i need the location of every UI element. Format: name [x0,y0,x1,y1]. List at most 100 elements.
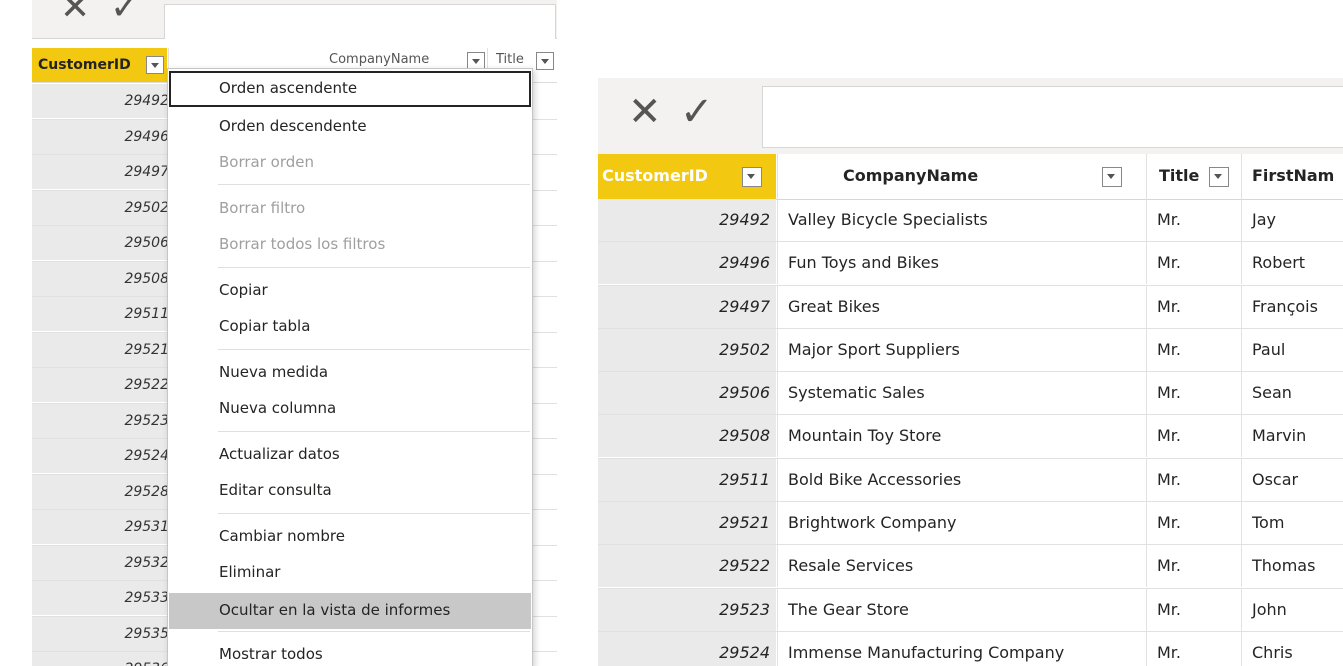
firstname-cell[interactable]: Thomas [1241,545,1343,588]
title-cell[interactable]: Mr. [1146,328,1241,371]
title-cell[interactable]: Mr. [1146,372,1241,415]
customerid-cell[interactable]: 29492 [32,84,169,118]
menu-item-orden-ascendente[interactable]: Orden ascendente [169,71,531,107]
table-row[interactable]: 29506 Systematic Sales Mr. Sean [598,372,1343,416]
firstname-cell[interactable]: John [1241,588,1343,631]
customerid-cell[interactable]: 29522 [32,368,169,402]
title-cell[interactable]: Mr. [1146,631,1241,666]
customerid-cell[interactable]: 29497 [598,285,776,328]
title-cell[interactable]: Mr. [1146,458,1241,501]
firstname-cell[interactable]: Tom [1241,502,1343,545]
companyname-cell[interactable]: Great Bikes [777,285,1146,328]
table-row[interactable]: 29508 Mountain Toy Store Mr. Marvin [598,415,1343,459]
companyname-cell[interactable]: Mountain Toy Store [777,415,1146,458]
companyname-cell[interactable]: The Gear Store [777,588,1146,631]
firstname-cell[interactable]: François [1241,285,1343,328]
customerid-cell[interactable]: 29533 [32,581,169,615]
menu-item-copiar[interactable]: Copiar [169,273,531,309]
column-header-customerid[interactable]: CustomerID [598,154,776,199]
firstname-cell[interactable]: Robert [1241,242,1343,285]
title-cell[interactable]: Mr. [1146,502,1241,545]
menu-item-nueva-medida[interactable]: Nueva medida [169,355,531,391]
column-dropdown-icon[interactable] [742,167,762,187]
column-header-title[interactable]: Title [1146,154,1241,199]
table-row[interactable]: 29511 Bold Bike Accessories Mr. Oscar [598,458,1343,503]
companyname-cell[interactable]: Resale Services [777,545,1146,588]
table-row[interactable]: 29496 Fun Toys and Bikes Mr. Robert [598,242,1343,286]
column-header-customerid[interactable]: CustomerID [32,48,167,82]
title-cell[interactable]: Mr. [1146,285,1241,328]
customerid-cell[interactable]: 29502 [598,328,776,371]
customerid-cell[interactable]: 29522 [598,545,776,588]
customerid-cell[interactable]: 29523 [32,403,169,438]
column-dropdown-icon[interactable] [536,52,554,70]
menu-item-nueva-columna[interactable]: Nueva columna [169,391,531,427]
commit-icon[interactable]: ✓ [110,0,140,26]
column-dropdown-icon[interactable] [1102,167,1122,187]
customerid-cell[interactable]: 29523 [598,588,776,631]
cancel-icon[interactable]: ✕ [628,92,662,132]
firstname-cell[interactable]: Chris [1241,631,1343,666]
table-row[interactable]: 29497 Great Bikes Mr. François [598,285,1343,329]
customerid-cell[interactable]: 29524 [598,631,776,666]
customerid-cell[interactable]: 29497 [32,155,169,189]
companyname-cell[interactable]: Brightwork Company [777,502,1146,545]
customerid-cell[interactable]: 29492 [598,199,776,241]
title-cell[interactable]: Mr. [1146,545,1241,588]
customerid-cell[interactable]: 29508 [598,415,776,458]
column-dropdown-icon[interactable] [1209,167,1229,187]
companyname-cell[interactable]: Bold Bike Accessories [777,458,1146,501]
customerid-cell[interactable]: 29535 [32,616,169,651]
customerid-cell[interactable]: 29511 [32,297,169,331]
table-row[interactable]: 29524 Immense Manufacturing Company Mr. Chr… [598,631,1343,666]
companyname-cell[interactable]: Major Sport Suppliers [777,328,1146,371]
customerid-cell[interactable]: 29536 [32,652,169,666]
customerid-cell[interactable]: 29506 [598,372,776,415]
menu-item-cambiar-nombre[interactable]: Cambiar nombre [169,519,531,555]
title-cell[interactable]: Mr. [1146,199,1241,241]
table-row[interactable]: 29522 Resale Services Mr. Thomas [598,545,1343,589]
companyname-cell[interactable]: Systematic Sales [777,372,1146,415]
title-cell[interactable]: Mr. [1146,588,1241,631]
title-cell[interactable]: Mr. [1146,242,1241,285]
customerid-cell[interactable]: 29521 [32,332,169,367]
menu-item-mostrar-todos[interactable]: Mostrar todos [169,637,531,666]
customerid-cell[interactable]: 29532 [32,545,169,580]
menu-item-ocultar-en-la-vista-de-informes[interactable]: Ocultar en la vista de informes [169,593,531,629]
companyname-cell[interactable]: Immense Manufacturing Company [777,631,1146,666]
menu-item-orden-descendente[interactable]: Orden descendente [169,109,531,145]
customerid-cell[interactable]: 29521 [598,502,776,545]
table-row[interactable]: 29492 Valley Bicycle Specialists Mr. Jay [598,199,1343,243]
formula-input[interactable] [762,86,1343,148]
menu-item-editar-consulta[interactable]: Editar consulta [169,473,531,509]
menu-item-copiar-tabla[interactable]: Copiar tabla [169,309,531,345]
title-cell[interactable]: Mr. [1146,415,1241,458]
column-header-companyname[interactable]: CompanyName [777,154,1146,199]
firstname-cell[interactable]: Jay [1241,199,1343,241]
companyname-cell[interactable]: Fun Toys and Bikes [777,242,1146,285]
column-header-firstname[interactable]: FirstNam [1241,154,1343,199]
customerid-cell[interactable]: 29496 [598,242,776,285]
menu-item-eliminar[interactable]: Eliminar [169,555,531,591]
customerid-cell[interactable]: 29506 [32,226,169,260]
firstname-cell[interactable]: Sean [1241,372,1343,415]
table-row[interactable]: 29502 Major Sport Suppliers Mr. Paul [598,328,1343,373]
column-dropdown-icon[interactable] [146,56,164,74]
customerid-cell[interactable]: 29496 [32,119,169,154]
table-row[interactable]: 29523 The Gear Store Mr. John [598,588,1343,632]
firstname-cell[interactable]: Marvin [1241,415,1343,458]
customerid-cell[interactable]: 29508 [32,261,169,296]
firstname-cell[interactable]: Paul [1241,328,1343,371]
table-row[interactable]: 29521 Brightwork Company Mr. Tom [598,502,1343,546]
customerid-cell[interactable]: 29531 [32,510,169,544]
commit-icon[interactable]: ✓ [680,92,714,132]
customerid-cell[interactable]: 29528 [32,474,169,509]
firstname-cell[interactable]: Oscar [1241,458,1343,501]
formula-input[interactable] [164,4,556,39]
companyname-cell[interactable]: Valley Bicycle Specialists [777,199,1146,241]
customerid-cell[interactable]: 29511 [598,458,776,501]
customerid-cell[interactable]: 29524 [32,439,169,473]
customerid-cell[interactable]: 29502 [32,190,169,225]
menu-item-actualizar-datos[interactable]: Actualizar datos [169,437,531,473]
cancel-icon[interactable]: ✕ [60,0,90,26]
